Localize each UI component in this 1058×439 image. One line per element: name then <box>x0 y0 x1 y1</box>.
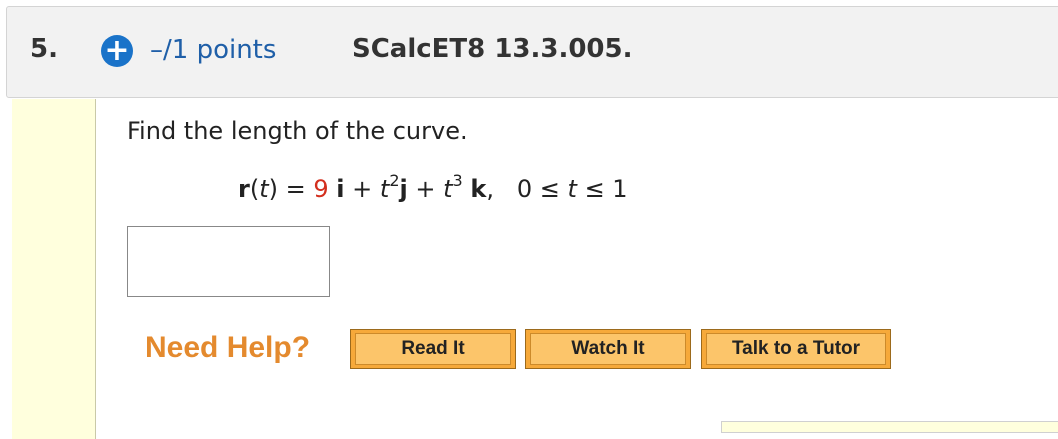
formula-comma: , <box>486 175 494 203</box>
question-margin <box>12 99 96 439</box>
formula-range-suffix: ≤ 1 <box>576 175 628 203</box>
talk-to-tutor-label: Talk to a Tutor <box>706 333 886 365</box>
formula-plus-1: + <box>344 175 380 203</box>
question-prompt: Find the length of the curve. <box>127 117 468 145</box>
formula-t3-exp: 3 <box>452 171 463 190</box>
next-panel-edge <box>721 421 1058 433</box>
talk-to-tutor-button[interactable]: Talk to a Tutor <box>701 329 891 369</box>
curve-formula: r(t) = 9 i + t2j + t3 k, 0 ≤ t ≤ 1 <box>238 171 628 203</box>
need-help-label: Need Help? <box>145 331 311 364</box>
formula-t: t <box>259 175 269 203</box>
answer-input[interactable] <box>127 226 330 297</box>
formula-t2-exp: 2 <box>389 171 400 190</box>
points-label: –/1 points <box>150 35 277 65</box>
formula-coefficient: 9 <box>313 175 329 203</box>
formula-r: r <box>238 175 250 203</box>
formula-open-paren: ( <box>249 175 260 203</box>
formula-eq: ) = <box>268 175 314 203</box>
formula-i: i <box>336 175 345 203</box>
read-it-label: Read It <box>355 333 511 365</box>
read-it-button[interactable]: Read It <box>350 329 516 369</box>
question-reference: SCalcET8 13.3.005. <box>352 34 633 64</box>
plus-circle-icon[interactable]: + <box>101 35 133 67</box>
formula-j: j <box>399 175 408 203</box>
formula-t3-base: t <box>443 175 453 203</box>
watch-it-button[interactable]: Watch It <box>525 329 691 369</box>
question-number: 5. <box>30 34 58 64</box>
formula-t2-base: t <box>379 175 390 203</box>
formula-k: k <box>470 175 487 203</box>
formula-range-var: t <box>567 175 577 203</box>
formula-range-prefix: 0 ≤ <box>493 175 568 203</box>
watch-it-label: Watch It <box>530 333 686 365</box>
formula-plus-2: + <box>407 175 444 203</box>
